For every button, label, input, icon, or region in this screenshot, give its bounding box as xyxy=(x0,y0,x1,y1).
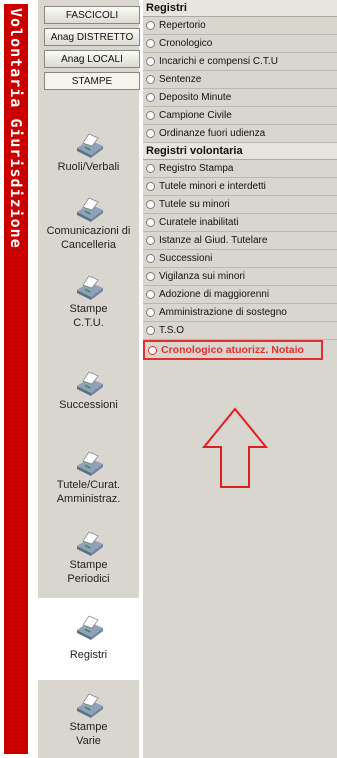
radio-label: Cronologico xyxy=(159,38,213,49)
radio-button[interactable] xyxy=(146,290,155,299)
radio-deposito-minute[interactable]: Deposito Minute xyxy=(143,89,337,107)
radio-button[interactable] xyxy=(146,308,155,317)
radio-label: Successioni xyxy=(159,253,213,264)
radio-label: Cronologico atuorizz. Notaio xyxy=(161,344,304,356)
radio-repertorio[interactable]: Repertorio xyxy=(143,17,337,35)
side-banner: Volontaria Giurisdizione xyxy=(4,4,28,754)
radio-cronologico[interactable]: Cronologico xyxy=(143,35,337,53)
app-window: Volontaria Giurisdizione FASCICOLI Anag … xyxy=(0,0,337,758)
radio-button[interactable] xyxy=(146,129,155,138)
radio-button[interactable] xyxy=(146,254,155,263)
nav-registri[interactable]: Registri xyxy=(38,598,139,680)
printer-icon xyxy=(76,531,103,556)
nav-label: Stampe C.T.U. xyxy=(69,303,108,329)
radio-tso[interactable]: T.S.O xyxy=(143,322,337,340)
tab-anag-locali[interactable]: Anag LOCALI xyxy=(44,50,140,68)
nav-label: Comunicazioni di Cancelleria xyxy=(46,225,131,251)
tab-fascicoli[interactable]: FASCICOLI xyxy=(44,6,140,24)
radio-label: Sentenze xyxy=(159,74,202,85)
nav-successioni[interactable]: Successioni xyxy=(38,364,139,444)
radio-button[interactable] xyxy=(146,75,155,84)
radio-button[interactable] xyxy=(146,272,155,281)
radio-incarichi[interactable]: Incarichi e compensi C.T.U xyxy=(143,53,337,71)
nav-label: Registri xyxy=(69,649,108,661)
tab-anag-distretto[interactable]: Anag DISTRETTO xyxy=(44,28,140,46)
printer-icon xyxy=(76,693,103,718)
radio-button[interactable] xyxy=(146,57,155,66)
radio-label: Deposito Minute xyxy=(159,92,232,103)
radio-sentenze[interactable]: Sentenze xyxy=(143,71,337,89)
side-banner-text: Volontaria Giurisdizione xyxy=(7,8,25,249)
radio-label: Repertorio xyxy=(159,20,206,31)
radio-button[interactable] xyxy=(146,111,155,120)
radio-ordinanze[interactable]: Ordinanze fuori udienza xyxy=(143,125,337,143)
radio-label: Vigilanza sui minori xyxy=(159,271,245,282)
tab-stampe[interactable]: STAMPE xyxy=(44,72,140,90)
radio-button[interactable] xyxy=(146,164,155,173)
radio-label: Tutele minori e interdetti xyxy=(159,181,266,192)
section-volontaria-title: Registri volontaria xyxy=(143,143,337,160)
section-registri-title: Registri xyxy=(143,0,337,17)
radio-amministrazione[interactable]: Amministrazione di sostegno xyxy=(143,304,337,322)
radio-label: Ordinanze fuori udienza xyxy=(159,128,266,139)
nav-label: Ruoli/Verbali xyxy=(57,161,120,173)
radio-button[interactable] xyxy=(146,182,155,191)
radio-label: Adozione di maggiorenni xyxy=(159,289,270,300)
nav-tutele-curat[interactable]: Tutele/Curat. Amministraz. xyxy=(38,444,139,524)
radio-button[interactable] xyxy=(146,236,155,245)
radio-campione-civile[interactable]: Campione Civile xyxy=(143,107,337,125)
printer-icon xyxy=(76,615,103,640)
radio-tutele-minori-interdetti[interactable]: Tutele minori e interdetti xyxy=(143,178,337,196)
printer-icon xyxy=(76,133,103,158)
nav-comunicazioni[interactable]: Comunicazioni di Cancelleria xyxy=(38,190,139,270)
right-panel: Registri Repertorio Cronologico Incarich… xyxy=(143,0,337,758)
radio-label: Registro Stampa xyxy=(159,163,234,174)
left-panel: FASCICOLI Anag DISTRETTO Anag LOCALI STA… xyxy=(38,0,140,758)
nav-stampe-periodici[interactable]: Stampe Periodici xyxy=(38,524,139,604)
radio-registro-stampa[interactable]: Registro Stampa xyxy=(143,160,337,178)
radio-button[interactable] xyxy=(146,218,155,227)
nav-label: Stampe Periodici xyxy=(67,559,110,585)
radio-button[interactable] xyxy=(146,39,155,48)
nav-label: Stampe Varie xyxy=(69,721,108,747)
radio-tutele-su-minori[interactable]: Tutele su minori xyxy=(143,196,337,214)
radio-label: Incarichi e compensi C.T.U xyxy=(159,56,278,67)
radio-curatele[interactable]: Curatele inabilitati xyxy=(143,214,337,232)
nav-stampe-varie[interactable]: Stampe Varie xyxy=(38,686,139,758)
radio-label: Amministrazione di sostegno xyxy=(159,307,287,318)
printer-icon xyxy=(76,451,103,476)
radio-button[interactable] xyxy=(146,21,155,30)
nav-label: Tutele/Curat. Amministraz. xyxy=(56,479,121,505)
radio-label: Tutele su minori xyxy=(159,199,230,210)
printer-icon xyxy=(76,197,103,222)
up-arrow-annotation-icon xyxy=(201,407,269,488)
printer-icon xyxy=(76,275,103,300)
radio-label: T.S.O xyxy=(159,325,185,336)
nav-stampe-ctu[interactable]: Stampe C.T.U. xyxy=(38,268,139,348)
radio-successioni[interactable]: Successioni xyxy=(143,250,337,268)
radio-button[interactable] xyxy=(146,93,155,102)
nav-label: Successioni xyxy=(59,399,118,411)
radio-vigilanza[interactable]: Vigilanza sui minori xyxy=(143,268,337,286)
radio-adozione[interactable]: Adozione di maggiorenni xyxy=(143,286,337,304)
radio-cronologico-notaio[interactable]: Cronologico atuorizz. Notaio xyxy=(143,340,323,360)
printer-icon xyxy=(76,371,103,396)
radio-label: Campione Civile xyxy=(159,110,232,121)
radio-button[interactable] xyxy=(146,326,155,335)
radio-label: Istanze al Giud. Tutelare xyxy=(159,235,268,246)
radio-button[interactable] xyxy=(146,200,155,209)
radio-label: Curatele inabilitati xyxy=(159,217,239,228)
radio-istanze[interactable]: Istanze al Giud. Tutelare xyxy=(143,232,337,250)
radio-button[interactable] xyxy=(148,345,157,355)
